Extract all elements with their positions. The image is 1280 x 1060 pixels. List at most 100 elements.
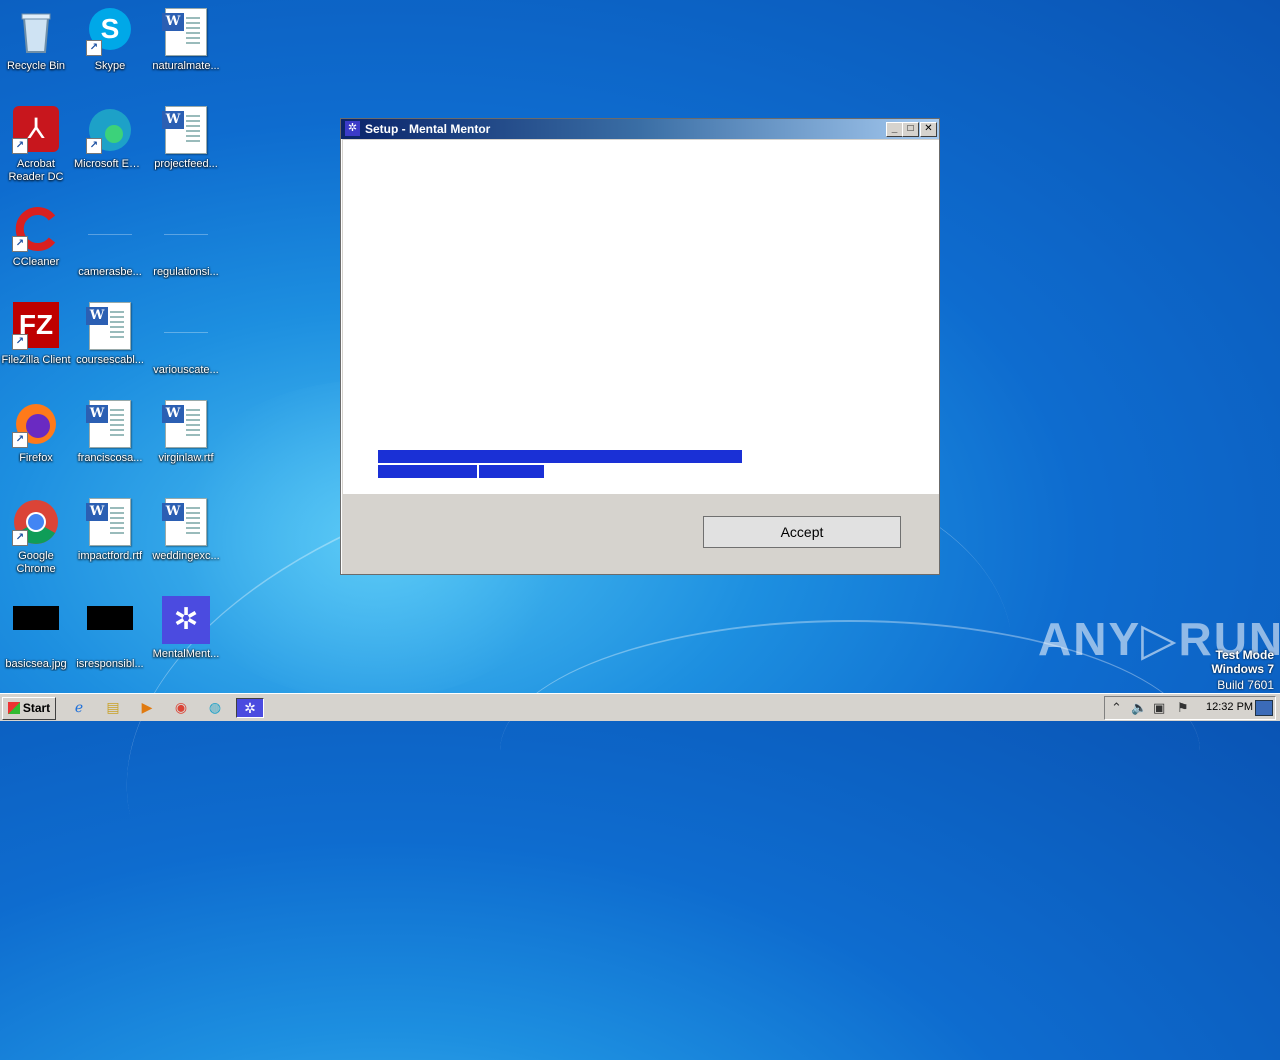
desktop-icon-weddingexc[interactable]: W weddingexc... [148, 494, 224, 586]
build-text: Build 7601 [1217, 678, 1274, 692]
desktop-icon-label: projectfeed... [154, 158, 218, 170]
desktop-icon-label: isresponsibl... [76, 658, 144, 670]
shortcut-arrow-icon: ↗ [12, 236, 28, 252]
desktop-icon-naturalmate[interactable]: W naturalmate... [148, 4, 224, 96]
desktop-icon-label: basicsea.jpg [5, 658, 67, 670]
word-document-icon: W [162, 400, 210, 448]
app-icon: ✲ [345, 121, 360, 136]
action-center-flag-icon[interactable]: ⚑ [1177, 700, 1189, 716]
desktop-icon-basicsea[interactable]: basicsea.jpg [0, 592, 74, 684]
file-explorer-icon[interactable]: ▤ [102, 698, 124, 716]
desktop-icon-skype[interactable]: S ↗ Skype [72, 4, 148, 96]
desktop-icon-label: Google Chrome [16, 550, 56, 575]
desktop-icon-label: Firefox [19, 452, 53, 464]
word-document-icon: W [86, 498, 134, 546]
desktop-icon-label: naturalmate... [152, 60, 220, 72]
media-player-icon[interactable]: ▶ [136, 698, 158, 716]
desktop-icon-label: Recycle Bin [6, 60, 66, 72]
image-file-icon [12, 606, 60, 654]
word-document-icon: W [162, 106, 210, 154]
desktop-icon-label: variouscate... [153, 364, 219, 376]
windows-logo-icon [7, 702, 20, 714]
clock[interactable]: 12:32 PM [1206, 701, 1253, 713]
volume-icon[interactable]: 🔈 [1131, 700, 1147, 716]
blank-file-icon [86, 214, 134, 262]
recycle-bin-icon [12, 8, 60, 56]
desktop-icon-label: FileZilla Client [1, 354, 71, 366]
desktop-icon-label: camerasbe... [78, 266, 142, 278]
desktop-icon-label: franciscosa... [77, 452, 143, 464]
test-mode-text: Test Mode [1215, 648, 1274, 662]
desktop-icon-virginlaw[interactable]: W virginlaw.rtf [148, 396, 224, 488]
desktop-icon-variouscate[interactable]: variouscate... [148, 298, 224, 390]
shortcut-arrow-icon: ↗ [12, 432, 28, 448]
desktop-icon-camerasbe[interactable]: camerasbe... [72, 200, 148, 292]
edge-icon: ↗ [86, 106, 134, 154]
desktop-icon-acrobat[interactable]: ⅄ ↗ Acrobat Reader DC [0, 102, 74, 194]
maximize-button[interactable]: □ [902, 122, 919, 137]
mental-mentor-icon: ✲ [162, 596, 210, 644]
desktop-icon-label: Skype [94, 60, 126, 72]
setup-window[interactable]: ✲ Setup - Mental Mentor _ □ ✕ Accept [340, 118, 940, 575]
skype-icon: S ↗ [86, 8, 134, 56]
system-tray: ⌃ 🔈 ▣ ⚑ 12:32 PM [1104, 696, 1276, 720]
blank-file-icon [162, 214, 210, 262]
desktop-icon-franciscosa[interactable]: W franciscosa... [72, 396, 148, 488]
desktop-icon-label: Microsoft Edge [74, 158, 148, 170]
shortcut-arrow-icon: ↗ [12, 334, 28, 350]
firefox-icon: ↗ [12, 400, 60, 448]
window-title: Setup - Mental Mentor [365, 122, 491, 136]
desktop-icon-projectfeed[interactable]: W projectfeed... [148, 102, 224, 194]
desktop-icon-impactford[interactable]: W impactford.rtf [72, 494, 148, 586]
acrobat-icon: ⅄ ↗ [12, 106, 60, 154]
progress-bar [378, 450, 742, 463]
close-button[interactable]: ✕ [920, 122, 937, 137]
desktop-icon-coursescabl[interactable]: W coursescabl... [72, 298, 148, 390]
chrome-icon: ↗ [12, 498, 60, 546]
windows-version-text: Windows 7 [1211, 662, 1274, 676]
accept-button[interactable]: Accept [703, 516, 901, 548]
internet-explorer-icon[interactable]: ℯ [68, 698, 90, 716]
desktop-icon-label: coursescabl... [76, 354, 144, 366]
shortcut-arrow-icon: ↗ [86, 40, 102, 56]
desktop-icon-label: Acrobat Reader DC [8, 158, 64, 183]
shortcut-arrow-icon: ↗ [12, 530, 28, 546]
desktop-icon-label: MentalMent... [152, 648, 220, 660]
edge-taskbar-icon[interactable]: ◍ [204, 698, 226, 716]
show-hidden-icons-icon[interactable]: ⌃ [1111, 700, 1122, 716]
progress-bar-segment [378, 465, 477, 478]
shortcut-arrow-icon: ↗ [12, 138, 28, 154]
desktop-icon-filezilla[interactable]: FZ ↗ FileZilla Client [0, 298, 74, 390]
filezilla-icon: FZ ↗ [12, 302, 60, 350]
network-icon[interactable]: ▣ [1153, 700, 1165, 716]
desktop-icon-label: virginlaw.rtf [158, 452, 214, 464]
image-file-icon [86, 606, 134, 654]
word-document-icon: W [86, 400, 134, 448]
window-titlebar[interactable]: ✲ Setup - Mental Mentor _ □ ✕ [341, 119, 939, 139]
desktop-icon-recycle-bin[interactable]: Recycle Bin [0, 4, 74, 96]
desktop-icon-label: regulationsi... [153, 266, 219, 278]
chrome-taskbar-icon[interactable]: ◉ [170, 698, 192, 716]
setup-content-area [343, 140, 939, 494]
word-document-icon: W [86, 302, 134, 350]
desktop-icon-label: CCleaner [12, 256, 60, 268]
desktop-icon-firefox[interactable]: ↗ Firefox [0, 396, 74, 488]
show-desktop-button[interactable] [1255, 700, 1273, 716]
word-document-icon: W [162, 498, 210, 546]
start-button[interactable]: Start [2, 697, 56, 720]
desktop-icon-label: impactford.rtf [77, 550, 143, 562]
shortcut-arrow-icon: ↗ [86, 138, 102, 154]
desktop-icon-ccleaner[interactable]: ↗ CCleaner [0, 200, 74, 292]
desktop-icon-edge[interactable]: ↗ Microsoft Edge [72, 102, 148, 194]
desktop-icon-label: weddingexc... [152, 550, 220, 562]
start-label: Start [22, 701, 51, 715]
progress-bar-segment [479, 465, 544, 478]
desktop-icon-chrome[interactable]: ↗ Google Chrome [0, 494, 74, 586]
desktop-icon-regulationsi[interactable]: regulationsi... [148, 200, 224, 292]
minimize-button[interactable]: _ [886, 122, 903, 137]
word-document-icon: W [162, 8, 210, 56]
desktop-icon-mentalmentor[interactable]: ✲ MentalMent... [148, 592, 224, 684]
ccleaner-icon: ↗ [12, 204, 60, 252]
desktop-icon-isresponsibl[interactable]: isresponsibl... [72, 592, 148, 684]
mental-mentor-taskbar-button[interactable]: ✲ [236, 698, 264, 718]
